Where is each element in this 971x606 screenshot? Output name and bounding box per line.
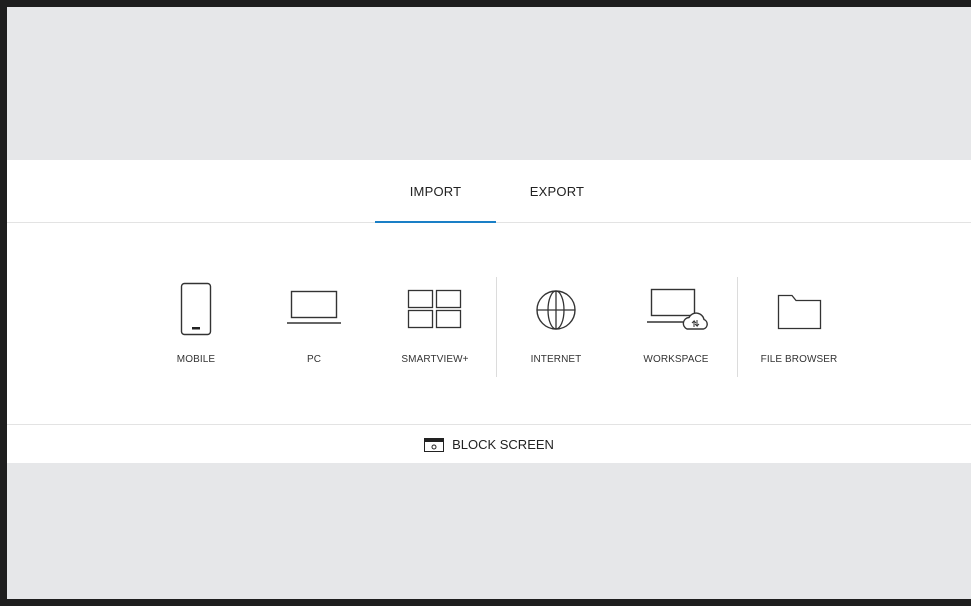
import-export-panel: IMPORT EXPORT MOBILE PC SMARTVIEW+ INTER… xyxy=(7,160,971,463)
folder-icon xyxy=(767,282,831,338)
block-screen-button[interactable]: BLOCK SCREEN xyxy=(7,424,971,464)
tab-import-label: IMPORT xyxy=(409,183,462,199)
source-mobile-label: MOBILE xyxy=(176,354,216,365)
source-internet-label: INTERNET xyxy=(530,354,582,365)
source-list: MOBILE PC SMARTVIEW+ INTERNET WORKSPACE … xyxy=(7,222,971,424)
source-pc[interactable]: PC xyxy=(259,282,369,372)
source-internet[interactable]: INTERNET xyxy=(501,282,611,372)
tab-bar: IMPORT EXPORT xyxy=(7,160,971,223)
divider xyxy=(496,277,497,377)
mobile-phone-icon xyxy=(164,282,228,338)
grid-four-screens-icon xyxy=(403,282,467,338)
laptop-cloud-icon xyxy=(644,282,708,338)
source-workspace[interactable]: WORKSPACE xyxy=(621,282,731,372)
block-screen-label: BLOCK SCREEN xyxy=(452,437,554,452)
divider xyxy=(737,277,738,377)
laptop-icon xyxy=(282,282,346,338)
source-file-browser-label: FILE BROWSER xyxy=(760,354,838,365)
source-pc-label: PC xyxy=(306,354,322,365)
source-smartview-label: SMARTVIEW+ xyxy=(401,354,469,365)
tab-import[interactable]: IMPORT xyxy=(375,160,496,223)
globe-icon xyxy=(524,282,588,338)
source-workspace-label: WORKSPACE xyxy=(643,354,709,365)
source-mobile[interactable]: MOBILE xyxy=(141,282,251,372)
source-smartview[interactable]: SMARTVIEW+ xyxy=(380,282,490,372)
block-screen-icon xyxy=(424,437,445,452)
tab-export-label: EXPORT xyxy=(529,183,585,199)
display-screen: IMPORT EXPORT MOBILE PC SMARTVIEW+ INTER… xyxy=(7,7,971,599)
source-file-browser[interactable]: FILE BROWSER xyxy=(744,282,854,372)
tab-export[interactable]: EXPORT xyxy=(502,160,612,222)
